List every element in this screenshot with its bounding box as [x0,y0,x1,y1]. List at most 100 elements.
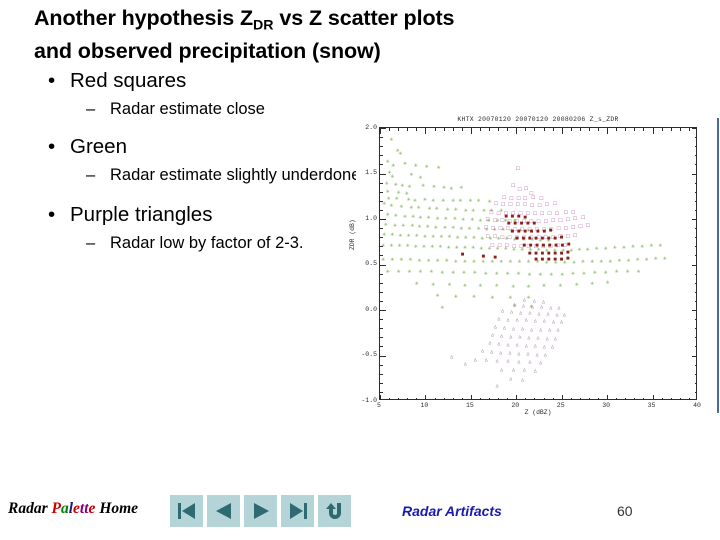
data-point: □ [573,232,577,240]
data-point: ■ [546,255,551,263]
first-slide-button[interactable] [170,495,203,527]
data-point: ✳ [487,244,492,252]
data-point: □ [544,234,548,242]
data-point: △ [473,356,477,363]
data-point: △ [528,310,532,317]
axis-tick [553,128,554,131]
axis-tick [562,128,563,134]
y-tick-label: -0.5 [361,351,377,358]
data-point: □ [537,202,542,210]
data-point: ✳ [479,244,484,252]
data-point: □ [544,217,548,225]
axis-tick [695,283,696,284]
data-point: ✳ [397,242,402,250]
data-point: ✳ [426,213,431,221]
data-point: △ [524,317,528,324]
data-point: □ [539,194,544,202]
data-point: □ [571,208,576,216]
data-point: ✳ [411,212,416,220]
data-point: ✳ [471,206,476,214]
data-point: ✳ [599,257,604,265]
data-point: △ [548,327,552,334]
data-point: □ [530,202,535,210]
data-point: ■ [535,242,539,250]
data-point: △ [533,368,537,375]
home-suffix: Home [95,500,139,517]
subbullet-label: Radar low by factor of 2-3. [110,234,304,252]
axis-tick [380,283,383,284]
x-tick-label: 10 [420,402,429,409]
data-point: ✳ [538,271,543,279]
data-point: ✳ [455,233,460,241]
data-point: ✳ [453,214,457,222]
data-point: ■ [504,213,508,221]
axis-tick [516,128,517,134]
data-point: ✳ [473,269,477,277]
data-point: □ [517,185,522,193]
data-point: ✳ [389,136,394,144]
axis-tick [380,392,383,393]
data-point: ✳ [626,256,631,264]
axis-tick [562,395,563,399]
data-point: ✳ [407,182,412,190]
data-point: ■ [516,213,521,221]
data-point: △ [540,303,544,310]
data-point: ✳ [423,232,427,240]
subbullet-radar-estimate-close: – Radar estimate close [34,99,364,120]
data-point: □ [498,225,503,232]
data-point: ✳ [594,244,599,252]
data-point: ✳ [501,225,506,233]
axis-tick [695,255,696,256]
axis-tick [598,128,599,131]
axis-tick [380,292,383,293]
data-point: □ [500,216,505,224]
axis-tick [695,319,696,320]
data-point: ✳ [434,204,439,212]
data-point: ✳ [389,242,394,250]
axis-tick [380,174,386,175]
data-point: ✳ [400,181,405,189]
axis-tick [380,192,383,193]
axis-tick [380,255,383,256]
axis-tick [695,183,696,184]
axis-tick [380,374,383,375]
data-point: ✳ [421,181,426,189]
data-point: △ [506,358,510,365]
next-slide-button[interactable] [244,495,277,527]
axis-tick [695,137,696,138]
x-tick-label: 40 [693,402,701,409]
axis-tick [507,398,508,399]
data-point: ✳ [526,283,531,290]
data-point: ✳ [490,257,495,265]
axis-tick [453,128,454,131]
data-point: △ [517,359,521,366]
dash-glyph: – [86,165,96,184]
data-point: ✳ [635,255,640,263]
axis-tick [380,301,383,302]
data-point: □ [486,233,490,241]
data-point: ■ [513,219,517,227]
data-point: ✳ [453,293,458,300]
data-point: □ [519,243,524,251]
data-point: △ [518,333,522,340]
radar-palette-home-link[interactable]: Radar Palette Home [8,500,138,518]
data-point: △ [542,343,546,350]
data-point: △ [556,327,560,334]
data-point: ✳ [542,282,547,290]
return-button[interactable] [318,495,351,527]
data-point: ✳ [417,222,422,230]
data-point: ✳ [398,232,403,240]
axis-tick [695,365,696,366]
data-point: △ [488,340,492,347]
data-point: ✳ [644,255,649,263]
data-point: ✳ [384,180,389,188]
axis-tick [643,128,644,131]
data-point: □ [529,217,534,225]
previous-slide-button[interactable] [207,495,240,527]
data-point: □ [581,214,586,222]
data-point: □ [490,242,495,250]
last-slide-button[interactable] [281,495,314,527]
data-point: ✳ [409,171,414,179]
axis-tick [625,128,626,131]
data-point: ✳ [426,256,431,264]
